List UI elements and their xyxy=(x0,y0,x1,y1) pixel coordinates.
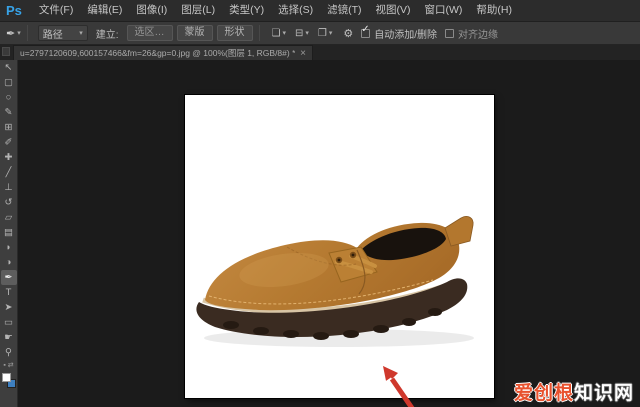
auto-add-delete-checkbox[interactable]: ✓ 自动添加/删除 xyxy=(361,24,438,41)
quick-selection-tool-button[interactable]: ✎ xyxy=(1,105,17,120)
eyedropper-icon: ✐ xyxy=(4,137,13,148)
tool-mode-dropdown[interactable]: 路径 ▾ xyxy=(37,25,88,41)
menu-type[interactable]: 类型(Y) xyxy=(222,0,271,21)
dodge-tool-button[interactable]: ◑ xyxy=(1,255,17,270)
path-selection-icon: ➤ xyxy=(4,302,13,313)
lasso-tool-button[interactable]: ○ xyxy=(1,90,17,105)
foreground-color-swatch[interactable] xyxy=(1,373,11,382)
eraser-tool-button[interactable]: ▱ xyxy=(1,210,17,225)
document-tab-bar: u=2797120609,600157466&fm=26&gp=0.jpg @ … xyxy=(0,45,640,60)
shoe-image xyxy=(196,216,474,347)
brush-icon: ╱ xyxy=(5,167,12,178)
shape-tool-button[interactable]: ▭ xyxy=(1,315,17,330)
gradient-icon: ▤ xyxy=(4,227,13,238)
separator xyxy=(258,25,260,41)
hand-icon: ☛ xyxy=(4,332,13,343)
blur-icon: ◗ xyxy=(5,242,12,253)
tool-options-bar: ✒ ▾ 路径 ▾ 建立: 选区… 蒙版 形状 ❏ ▾ ⊟ ▾ ❐ ▾ ⚙ ✓ 自… xyxy=(0,22,640,45)
path-selection-tool-button[interactable]: ➤ xyxy=(1,300,17,315)
tab-bar-corner xyxy=(2,47,10,56)
gradient-tool-button[interactable]: ▤ xyxy=(1,225,17,240)
document-title: u=2797120609,600157466&fm=26&gp=0.jpg @ … xyxy=(20,48,296,58)
eyedropper-tool-button[interactable]: ✐ xyxy=(1,135,17,150)
history-brush-tool-button[interactable]: ↺ xyxy=(1,195,17,210)
blur-tool-button[interactable]: ◗ xyxy=(1,240,17,255)
path-arrangement-icon: ❐ xyxy=(317,27,327,39)
make-label: 建立: xyxy=(95,29,119,41)
tools-panel: ↖ ▢ ○ ✎ ⊞ ✐ ✚ ╱ ⊥ ↺ ▱ ▤ ◗ ◑ ✒ T ➤ ▭ ☛ ⚲ … xyxy=(0,60,18,407)
separator xyxy=(26,25,28,41)
swap-swatches-icon[interactable]: ⇄ xyxy=(8,362,14,370)
type-tool-button[interactable]: T xyxy=(1,285,17,300)
hand-tool-button[interactable]: ☛ xyxy=(1,330,17,345)
path-arrangement-button[interactable]: ❐ ▾ xyxy=(315,25,335,41)
menu-edit[interactable]: 编辑(E) xyxy=(80,0,129,21)
zoom-tool-button[interactable]: ⚲ xyxy=(1,345,17,360)
pen-icon: ✒ xyxy=(4,272,13,283)
close-icon[interactable]: × xyxy=(300,48,306,59)
clone-stamp-icon: ⊥ xyxy=(4,182,13,193)
clone-stamp-tool-button[interactable]: ⊥ xyxy=(1,180,17,195)
document-tab[interactable]: u=2797120609,600157466&fm=26&gp=0.jpg @ … xyxy=(13,45,313,60)
menu-file[interactable]: 文件(F) xyxy=(32,0,80,21)
path-alignment-icon: ⊟ xyxy=(295,27,304,39)
pen-tool-button[interactable]: ✒ xyxy=(0,270,17,285)
photoshop-logo: Ps xyxy=(6,3,22,18)
menu-bar: Ps 文件(F) 编辑(E) 图像(I) 图层(L) 类型(Y) 选择(S) 滤… xyxy=(0,0,640,22)
align-edges-checkbox[interactable]: 对齐边缘 xyxy=(445,26,498,41)
annotation-arrow xyxy=(383,366,415,407)
checkbox-unchecked-icon xyxy=(445,28,455,38)
chevron-down-icon: ▾ xyxy=(305,30,309,37)
healing-brush-tool-button[interactable]: ✚ xyxy=(1,150,17,165)
dodge-icon: ◑ xyxy=(5,257,12,268)
move-icon: ↖ xyxy=(4,62,13,73)
tool-preset-caret-icon[interactable]: ▾ xyxy=(17,29,21,37)
brush-tool-button[interactable]: ╱ xyxy=(1,165,17,180)
move-tool-button[interactable]: ↖ xyxy=(1,60,17,75)
marquee-icon: ▢ xyxy=(4,77,13,88)
watermark-red-text: 爱创根 xyxy=(513,383,574,404)
healing-brush-icon: ✚ xyxy=(4,152,13,163)
menu-layer[interactable]: 图层(L) xyxy=(174,0,222,21)
canvas-area[interactable]: 爱创根知识网 xyxy=(18,60,640,407)
shape-icon: ▭ xyxy=(4,317,13,328)
menu-help[interactable]: 帮助(H) xyxy=(469,0,519,21)
type-icon: T xyxy=(5,287,12,298)
menu-filter[interactable]: 滤镜(T) xyxy=(320,0,368,21)
eraser-icon: ▱ xyxy=(4,212,13,223)
marquee-tool-button[interactable]: ▢ xyxy=(1,75,17,90)
zoom-icon: ⚲ xyxy=(5,347,12,358)
crop-tool-button[interactable]: ⊞ xyxy=(1,120,17,135)
chevron-down-icon: ▾ xyxy=(328,30,333,37)
menu-select[interactable]: 选择(S) xyxy=(271,0,320,21)
align-edges-label: 对齐边缘 xyxy=(458,29,499,41)
watermark-white-text: 知识网 xyxy=(573,383,634,404)
path-operations-icon: ❏ xyxy=(271,27,281,39)
path-operations-button[interactable]: ❏ ▾ xyxy=(269,25,289,41)
photoshop-window: Ps 文件(F) 编辑(E) 图像(I) 图层(L) 类型(Y) 选择(S) 滤… xyxy=(0,0,640,407)
gear-icon[interactable]: ⚙ xyxy=(343,27,353,40)
menu-window[interactable]: 窗口(W) xyxy=(418,0,470,21)
make-shape-button[interactable]: 形状 xyxy=(216,25,253,41)
quick-selection-icon: ✎ xyxy=(4,107,13,118)
chevron-down-icon: ▾ xyxy=(79,30,83,37)
lasso-icon: ○ xyxy=(5,92,12,103)
tool-mode-value: 路径 xyxy=(42,29,63,41)
menu-image[interactable]: 图像(I) xyxy=(129,0,174,21)
color-swatches[interactable] xyxy=(1,372,17,388)
checkbox-checked-icon: ✓ xyxy=(361,24,371,38)
make-selection-button[interactable]: 选区… xyxy=(126,25,173,41)
crop-icon: ⊞ xyxy=(4,122,13,133)
pen-tool-icon[interactable]: ✒ xyxy=(6,27,15,40)
menu-view[interactable]: 视图(V) xyxy=(369,0,418,21)
make-mask-button[interactable]: 蒙版 xyxy=(176,25,213,41)
swatch-controls: ▪ ⇄ xyxy=(3,362,13,370)
auto-add-delete-label: 自动添加/删除 xyxy=(374,29,438,41)
chevron-down-icon: ▾ xyxy=(282,30,286,37)
history-brush-icon: ↺ xyxy=(4,197,13,208)
path-alignment-button[interactable]: ⊟ ▾ xyxy=(292,25,312,41)
default-swatches-icon[interactable]: ▪ xyxy=(3,362,5,370)
watermark: 爱创根知识网 xyxy=(514,378,634,405)
